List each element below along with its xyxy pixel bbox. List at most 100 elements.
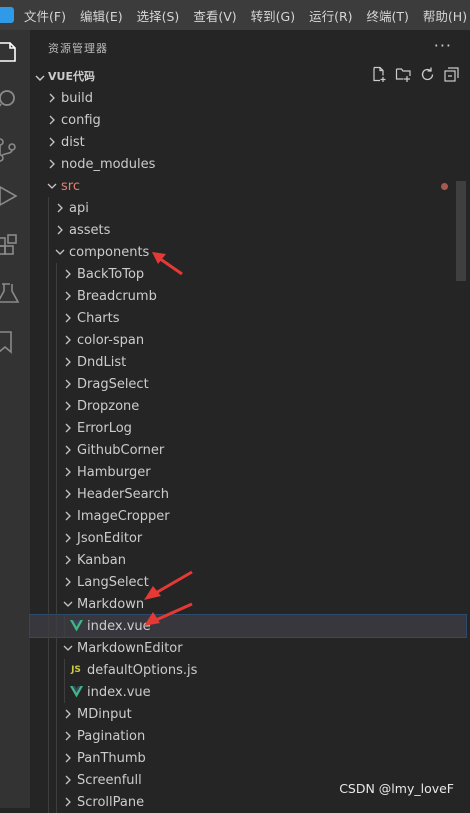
tree-item-label: ErrorLog (77, 420, 132, 436)
tree-item-label: assets (69, 222, 111, 238)
menu-file[interactable]: 文件(F) (24, 6, 66, 25)
chevron-right-icon (60, 376, 76, 392)
tree-item-label: Kanban (77, 552, 126, 568)
tree-folder[interactable]: JsonEditor (30, 527, 466, 549)
tree-item-label: GithubCorner (77, 442, 165, 458)
tree-item-label: Hamburger (77, 464, 151, 480)
tree-file[interactable]: index.vue (29, 614, 467, 638)
chevron-right-icon (60, 442, 76, 458)
chevron-right-icon (60, 772, 76, 788)
new-folder-icon[interactable] (395, 66, 412, 83)
chevron-down-icon (34, 69, 46, 81)
chevron-right-icon (60, 728, 76, 744)
indent-guide (56, 263, 57, 813)
tree-folder[interactable]: ImageCropper (30, 505, 466, 527)
tree-item-label: Dropzone (77, 398, 140, 414)
chevron-right-icon (52, 222, 68, 238)
chevron-right-icon (60, 706, 76, 722)
chevron-right-icon (60, 332, 76, 348)
tree-folder[interactable]: color-span (30, 329, 466, 351)
tree-folder[interactable]: api (30, 197, 466, 219)
bookmark-icon[interactable] (0, 330, 20, 354)
chevron-right-icon (60, 266, 76, 282)
vscode-logo-icon (0, 7, 14, 23)
tree-folder[interactable]: Charts (30, 307, 466, 329)
tree-item-label: Screenfull (77, 772, 142, 788)
tree-item-label: DndList (77, 354, 127, 370)
activity-bar (0, 30, 30, 808)
chevron-down-icon (52, 244, 68, 260)
tree-folder[interactable]: Hamburger (30, 461, 466, 483)
search-icon[interactable] (0, 88, 20, 112)
tree-folder[interactable]: MDinput (30, 703, 466, 725)
menu-terminal[interactable]: 终端(T) (367, 6, 409, 25)
menu-help[interactable]: 帮助(H) (423, 6, 467, 25)
tree-folder[interactable]: DndList (30, 351, 466, 373)
tree-folder[interactable]: Breadcrumb (30, 285, 466, 307)
tree-folder[interactable]: DragSelect (30, 373, 466, 395)
tree-item-label: Pagination (77, 728, 146, 744)
menubar: 文件(F) 编辑(E) 选择(S) 查看(V) 转到(G) 运行(R) 终端(T… (0, 0, 470, 30)
refresh-icon[interactable] (419, 66, 436, 83)
indent-guide (64, 659, 65, 703)
chevron-right-icon (44, 156, 60, 172)
new-file-icon[interactable] (371, 66, 388, 83)
chevron-right-icon (60, 464, 76, 480)
tree-item-label: node_modules (61, 156, 156, 172)
menu-go[interactable]: 转到(G) (251, 6, 295, 25)
chevron-right-icon (60, 398, 76, 414)
testing-icon[interactable] (0, 282, 20, 306)
tree-file[interactable]: JS defaultOptions.js (30, 659, 466, 681)
tree-folder[interactable]: LangSelect (30, 571, 466, 593)
tree-folder[interactable]: Kanban (30, 549, 466, 571)
tree-folder[interactable]: build (30, 87, 466, 109)
tree-folder[interactable]: src (30, 175, 466, 197)
chevron-right-icon (60, 530, 76, 546)
tree-folder[interactable]: components (30, 241, 466, 263)
tree-item-label: Charts (77, 310, 120, 326)
tree-folder[interactable]: Pagination (30, 725, 466, 747)
extensions-icon[interactable] (0, 234, 20, 258)
tree-item-label: components (69, 244, 150, 260)
run-debug-icon[interactable] (0, 184, 20, 208)
tree-folder[interactable]: HeaderSearch (30, 483, 466, 505)
tree-folder[interactable]: dist (30, 131, 466, 153)
tree-folder[interactable]: BackToTop (30, 263, 466, 285)
tree-item-label: dist (61, 134, 85, 150)
tree-item-label: src (61, 178, 80, 194)
chevron-right-icon (60, 574, 76, 590)
chevron-right-icon (44, 112, 60, 128)
scrollbar-thumb[interactable] (456, 181, 466, 281)
tree-folder[interactable]: PanThumb (30, 747, 466, 769)
menu-edit[interactable]: 编辑(E) (80, 6, 123, 25)
tree-item-label: HeaderSearch (77, 486, 169, 502)
tree-item-label: DragSelect (77, 376, 149, 392)
chevron-right-icon (52, 200, 68, 216)
tree-folder[interactable]: ErrorLog (30, 417, 466, 439)
tree-folder[interactable]: assets (30, 219, 466, 241)
explorer-icon[interactable] (0, 40, 20, 64)
tree-folder[interactable]: node_modules (30, 153, 466, 175)
tree-folder[interactable]: Dropzone (30, 395, 466, 417)
chevron-right-icon (60, 750, 76, 766)
workspace-title: VUE代码 (48, 70, 95, 83)
workspace-section-header[interactable]: VUE代码 (30, 64, 470, 86)
tree-folder[interactable]: MarkdownEditor (30, 637, 466, 659)
js-badge: JS (71, 665, 81, 675)
chevron-down-icon (60, 640, 76, 656)
tree-folder[interactable]: GithubCorner (30, 439, 466, 461)
menu-run[interactable]: 运行(R) (309, 6, 352, 25)
collapse-all-icon[interactable] (443, 66, 460, 83)
menu-view[interactable]: 查看(V) (193, 6, 236, 25)
tree-folder[interactable]: Markdown (30, 593, 466, 615)
tree-folder[interactable]: config (30, 109, 466, 131)
chevron-right-icon (44, 134, 60, 150)
menu-selection[interactable]: 选择(S) (137, 6, 180, 25)
chevron-down-icon (60, 596, 76, 612)
tree-file[interactable]: index.vue (30, 681, 466, 703)
source-control-icon[interactable] (0, 138, 20, 162)
vue-file-icon (68, 618, 84, 634)
more-actions-icon[interactable]: ··· (434, 36, 452, 55)
tree-item-label: index.vue (87, 684, 151, 700)
tree-item-label: ImageCropper (77, 508, 170, 524)
